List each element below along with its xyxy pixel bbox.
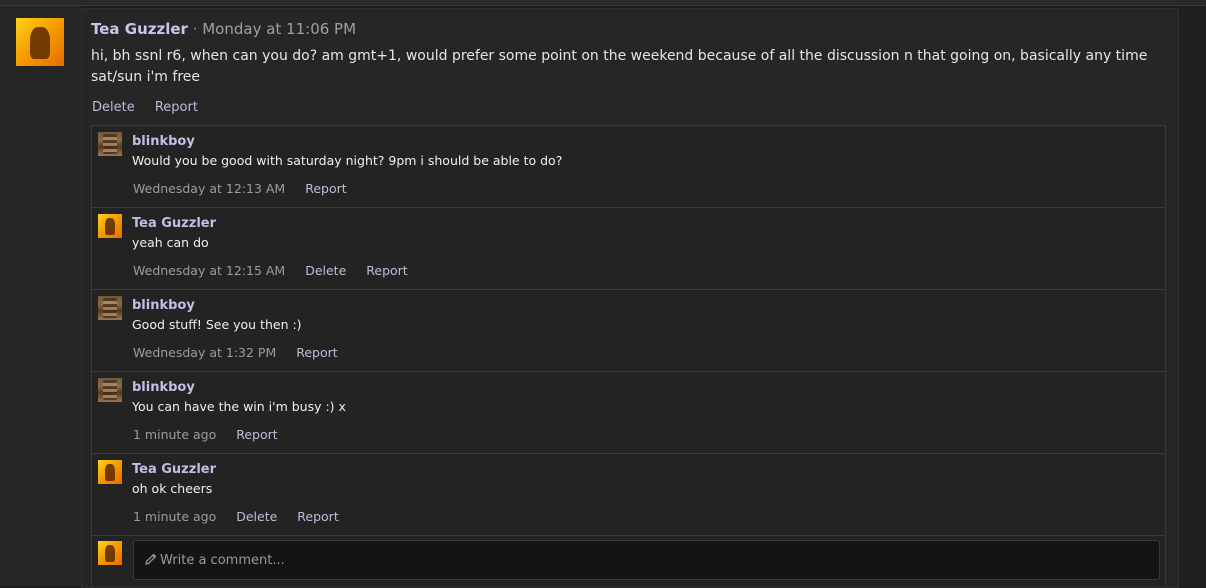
comment-item: Tea Guzzler yeah can do Wednesday at 12:… <box>92 208 1165 290</box>
comment-text: Would you be good with saturday night? 9… <box>132 153 563 168</box>
left-column <box>0 6 81 586</box>
comment-avatar[interactable] <box>98 296 122 320</box>
post-delete-link[interactable]: Delete <box>92 100 135 115</box>
post-author-avatar[interactable] <box>16 18 64 66</box>
comment-report-link[interactable]: Report <box>366 263 407 278</box>
comment-timestamp[interactable]: 1 minute ago <box>133 509 216 524</box>
comment-avatar[interactable] <box>98 214 122 238</box>
post-author-link[interactable]: Tea Guzzler <box>91 20 188 38</box>
comment-timestamp[interactable]: Wednesday at 12:15 AM <box>133 263 285 278</box>
comment-actions: Wednesday at 12:13 AM Report <box>133 181 347 196</box>
post-pointer-arrow <box>73 28 81 44</box>
post-actions: Delete Report <box>92 100 198 115</box>
comment-delete-link[interactable]: Delete <box>305 263 346 278</box>
comment-report-link[interactable]: Report <box>296 345 337 360</box>
reply-avatar <box>98 541 122 565</box>
top-bar <box>0 0 1206 6</box>
comment-list: blinkboy Would you be good with saturday… <box>91 125 1166 586</box>
comment-item: blinkboy Would you be good with saturday… <box>92 126 1165 208</box>
comment-author-link[interactable]: Tea Guzzler <box>132 216 216 231</box>
comment-text: oh ok cheers <box>132 481 213 496</box>
comment-input[interactable] <box>133 540 1160 580</box>
comment-avatar[interactable] <box>98 132 122 156</box>
post-timestamp[interactable]: Monday at 11:06 PM <box>202 20 356 38</box>
right-column <box>1178 6 1206 586</box>
comment-report-link[interactable]: Report <box>236 427 277 442</box>
comment-item: blinkboy Good stuff! See you then :) Wed… <box>92 290 1165 372</box>
comment-actions: Wednesday at 12:15 AM Delete Report <box>133 263 408 278</box>
comment-report-link[interactable]: Report <box>305 181 346 196</box>
post-report-link[interactable]: Report <box>155 100 198 115</box>
reply-row <box>92 535 1165 587</box>
comment-author-link[interactable]: blinkboy <box>132 134 195 149</box>
pencil-icon <box>145 553 157 565</box>
comment-author-link[interactable]: blinkboy <box>132 298 195 313</box>
comment-actions: Wednesday at 1:32 PM Report <box>133 345 338 360</box>
post-body: hi, bh ssnl r6, when can you do? am gmt+… <box>91 48 1148 85</box>
post-header: Tea Guzzler · Monday at 11:06 PM <box>91 20 356 38</box>
comment-timestamp[interactable]: Wednesday at 12:13 AM <box>133 181 285 196</box>
comment-actions: 1 minute ago Delete Report <box>133 509 339 524</box>
comment-delete-link[interactable]: Delete <box>236 509 277 524</box>
comment-avatar[interactable] <box>98 460 122 484</box>
comment-text: yeah can do <box>132 235 209 250</box>
comment-avatar[interactable] <box>98 378 122 402</box>
comment-text: Good stuff! See you then :) <box>132 317 302 332</box>
comment-timestamp[interactable]: 1 minute ago <box>133 427 216 442</box>
comment-report-link[interactable]: Report <box>297 509 338 524</box>
comment-item: blinkboy You can have the win i'm busy :… <box>92 372 1165 454</box>
comment-author-link[interactable]: Tea Guzzler <box>132 462 216 477</box>
comment-author-link[interactable]: blinkboy <box>132 380 195 395</box>
comment-item: Tea Guzzler oh ok cheers 1 minute ago De… <box>92 454 1165 536</box>
comment-actions: 1 minute ago Report <box>133 427 278 442</box>
comment-text: You can have the win i'm busy :) x <box>132 399 346 414</box>
post-separator: · <box>187 20 203 38</box>
comment-timestamp[interactable]: Wednesday at 1:32 PM <box>133 345 276 360</box>
